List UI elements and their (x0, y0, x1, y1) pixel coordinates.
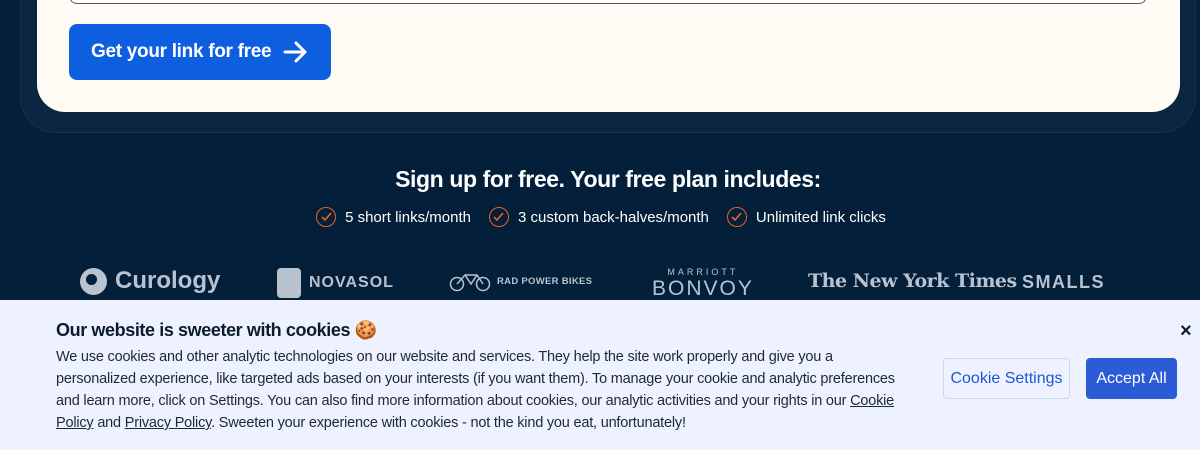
get-link-button[interactable]: Get your link for free (69, 24, 331, 80)
url-input[interactable] (69, 0, 1147, 4)
customer-logos: Curology NOVASOL RAD POWER BIKES MARRIOT… (0, 262, 1200, 302)
feature-item: 5 short links/month (316, 207, 471, 227)
feature-label: 5 short links/month (345, 208, 471, 226)
check-circle-icon (316, 207, 337, 227)
feature-label: 3 custom back-halves/month (517, 208, 709, 226)
arrow-right-icon (283, 41, 307, 63)
privacy-policy-link[interactable]: Privacy Policy (125, 415, 212, 431)
rad-power-bikes-logo: RAD POWER BIKES (449, 270, 592, 292)
get-link-label: Get your link for free (91, 41, 272, 62)
check-circle-icon (726, 207, 747, 227)
accept-all-button[interactable]: Accept All (1086, 358, 1177, 399)
cookie-settings-button[interactable]: Cookie Settings (943, 358, 1070, 399)
bike-icon (449, 274, 491, 292)
curology-mark-icon (80, 267, 107, 295)
curology-logo: Curology (80, 267, 220, 295)
feature-label: Unlimited link clicks (755, 208, 886, 226)
close-icon[interactable]: × (1180, 320, 1192, 343)
feature-list: 5 short links/month 3 custom back-halves… (0, 207, 1200, 227)
check-circle-icon (488, 207, 509, 227)
plan-title: Sign up for free. Your free plan include… (395, 166, 821, 192)
novasol-mark-icon (277, 268, 301, 298)
smalls-logo: SMALLS (1022, 272, 1105, 292)
cookie-description: We use cookies and other analytic techno… (56, 349, 895, 431)
feature-item: Unlimited link clicks (726, 207, 886, 227)
nyt-logo: The New York Times (808, 270, 1017, 292)
cookie-title: Our website is sweeter with cookies 🍪 (56, 320, 377, 340)
novasol-logo: NOVASOL (277, 268, 394, 298)
feature-item: 3 custom back-halves/month (488, 207, 709, 227)
cookie-banner: Our website is sweeter with cookies 🍪 We… (0, 300, 1200, 450)
marriott-bonvoy-logo: MARRIOTT BONVOY (652, 267, 754, 300)
